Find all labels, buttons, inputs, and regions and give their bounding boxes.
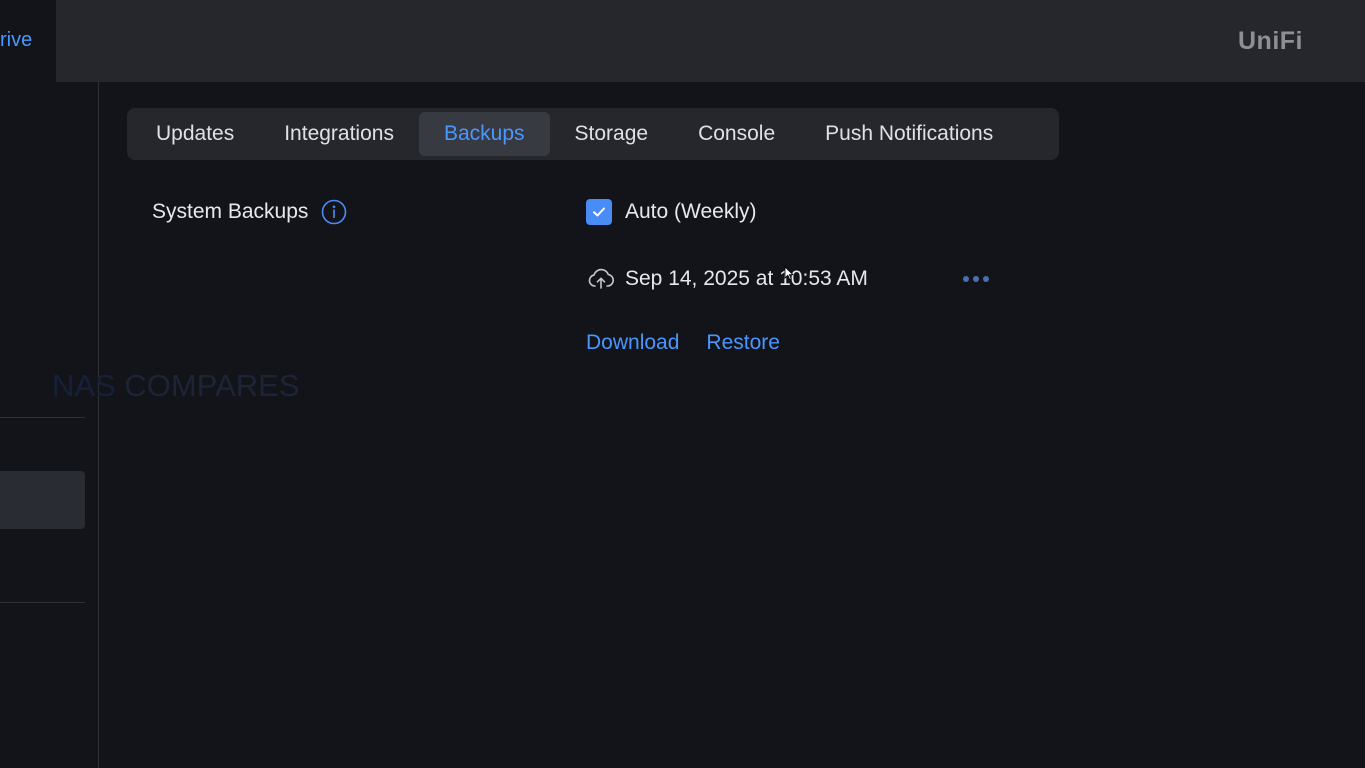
info-icon[interactable] — [321, 199, 347, 225]
sidebar-divider — [0, 417, 85, 418]
sidebar-link-drive[interactable]: rive — [0, 29, 32, 52]
last-backup-row: Sep 14, 2025 at 10:53 AM — [587, 265, 868, 293]
more-dot — [983, 276, 989, 282]
content-divider — [98, 82, 99, 768]
auto-backup-label: Auto (Weekly) — [625, 200, 757, 223]
more-dot — [963, 276, 969, 282]
tab-integrations[interactable]: Integrations — [259, 112, 419, 156]
watermark-text-a: NAS — [52, 368, 116, 403]
more-dots-icon[interactable] — [956, 268, 996, 290]
page: rive NAS COMPARES UniFi Updates Integrat… — [0, 0, 1365, 768]
system-backups-row: System Backups — [152, 199, 347, 225]
backup-actions: Download Restore — [586, 331, 780, 355]
more-dot — [973, 276, 979, 282]
settings-tabs: Updates Integrations Backups Storage Con… — [127, 108, 1059, 160]
system-backups-label: System Backups — [152, 200, 309, 223]
mouse-cursor-icon — [784, 266, 794, 280]
unifi-logo: UniFi — [1238, 27, 1303, 55]
download-link[interactable]: Download — [586, 331, 679, 355]
restore-link[interactable]: Restore — [706, 331, 780, 355]
sidebar-divider — [0, 602, 85, 603]
watermark-text-b: COMPARES — [124, 368, 300, 403]
sidebar-selected-item[interactable] — [0, 471, 85, 529]
left-sidebar: rive — [0, 0, 56, 82]
tab-updates[interactable]: Updates — [131, 112, 259, 156]
tab-console[interactable]: Console — [673, 112, 800, 156]
tab-backups[interactable]: Backups — [418, 112, 550, 156]
cloud-upload-icon — [587, 265, 615, 293]
tab-push-notifications[interactable]: Push Notifications — [800, 112, 1018, 156]
auto-backup-row: Auto (Weekly) — [586, 199, 757, 225]
check-icon — [593, 207, 605, 217]
last-backup-time: Sep 14, 2025 at 10:53 AM — [625, 267, 868, 290]
auto-backup-checkbox[interactable] — [586, 199, 612, 225]
watermark: NAS COMPARES — [52, 368, 300, 404]
top-header: UniFi — [56, 0, 1365, 82]
tab-storage[interactable]: Storage — [550, 112, 674, 156]
